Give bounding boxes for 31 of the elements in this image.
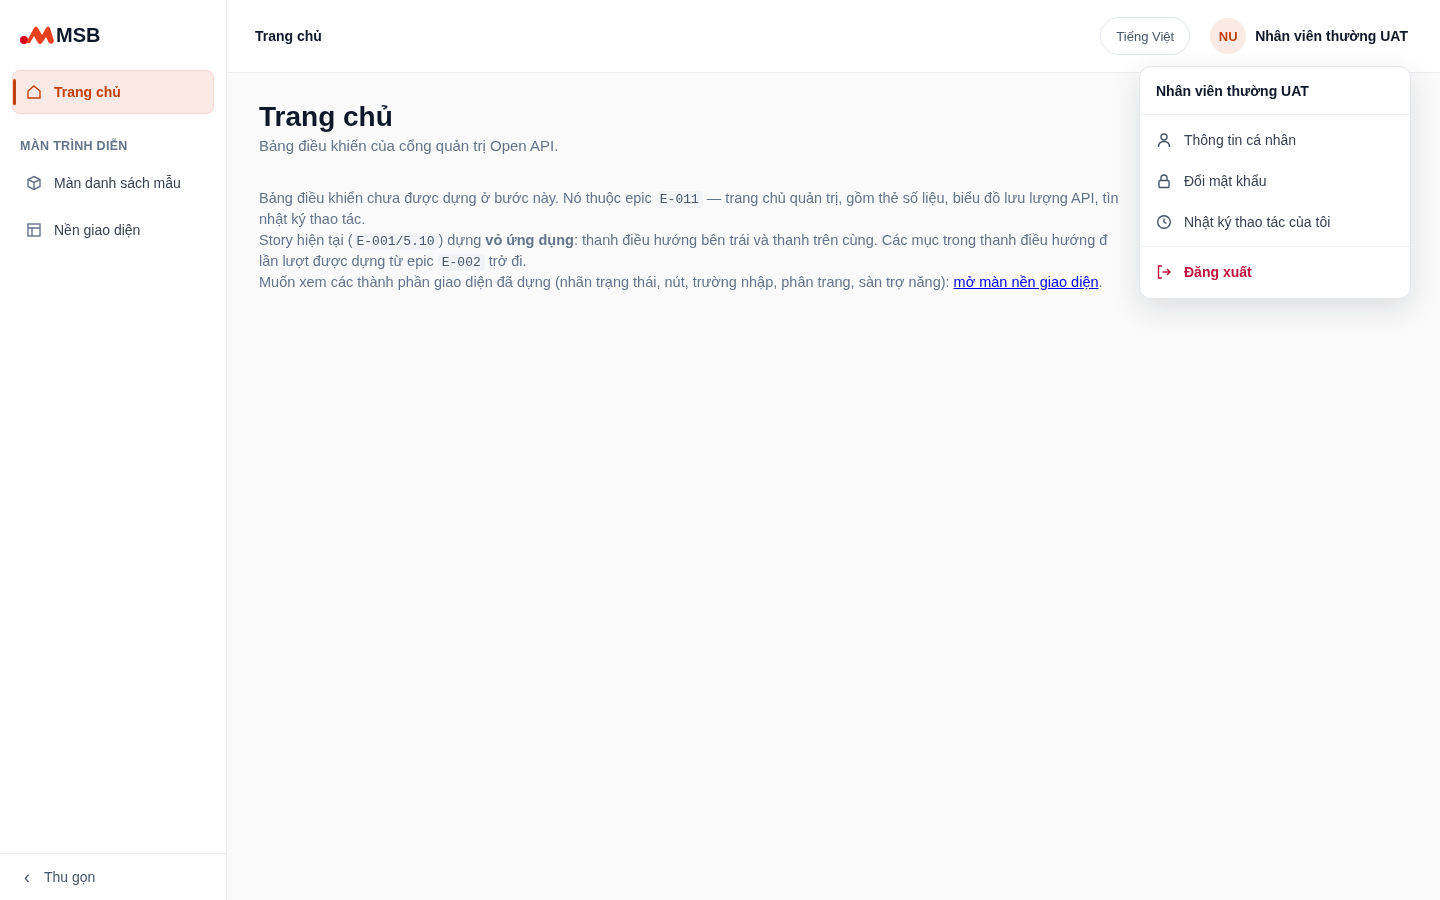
menu-item[interactable]: Đăng xuất [1140,251,1410,292]
lock-icon [1156,172,1172,189]
nav-item[interactable]: Trang chủ [12,70,214,114]
cube-icon [26,175,42,191]
avatar[interactable]: NU [1210,18,1247,54]
home-icon [26,84,42,100]
menu-item[interactable]: Thông tin cá nhân [1140,119,1410,160]
body-text: Story hiện tại ( E-001/5.10 ) dựng vỏ ứng dụng: thanh điều hướng bên trái và thanh trên cùng. Các mục trong thanh điều hướng đ [259,231,1108,251]
nav-item[interactable]: Màn danh sách mẫu [12,161,214,205]
body-text: Muốn xem các thành phần giao diện đã dựng (nhãn trạng thái, nút, trường nhập, phân trang, sàn trợ năng): mở màn nền giao diện. [259,273,1103,292]
logout-icon [1156,263,1172,280]
collapse-button[interactable]: ‹ Thu gọn [0,853,226,900]
logo-icon [20,25,54,45]
breadcrumb: Trang chủ [255,28,322,44]
nav-item[interactable]: Nền giao diện [12,208,214,252]
page-subtitle: Bảng điều khiển của cổng quản trị Open API. [259,137,559,154]
clock-icon [1156,213,1172,230]
body-text: lần lượt được dựng từ epic E-002 trở đi. [259,252,527,272]
page-title: Trang chủ [259,101,394,133]
menu-item[interactable]: Nhật ký thao tác của tôi [1140,201,1410,242]
user-icon [1156,131,1172,148]
user-name[interactable]: Nhân viên thường UAT [1255,28,1408,44]
link[interactable]: mở màn nền giao diện [953,274,1099,290]
body-text: nhật ký thao tác. [259,210,366,229]
menu-item[interactable]: Đổi mật khẩu [1140,160,1410,201]
layout-icon [26,222,42,238]
language-button[interactable]: Tiếng Việt [1100,17,1191,55]
body-text: Bảng điều khiển chưa được dựng ở bước này. Nó thuộc epic E-011 — trang chủ quản trị, gồm thẻ số liệu, biểu đồ lưu lượng API, tìn [259,189,1119,209]
section-heading: MÀN TRÌNH DIỄN [19,137,129,155]
menu-header: Nhân viên thường UAT [1140,67,1410,115]
logo-text: MSB [56,23,101,47]
